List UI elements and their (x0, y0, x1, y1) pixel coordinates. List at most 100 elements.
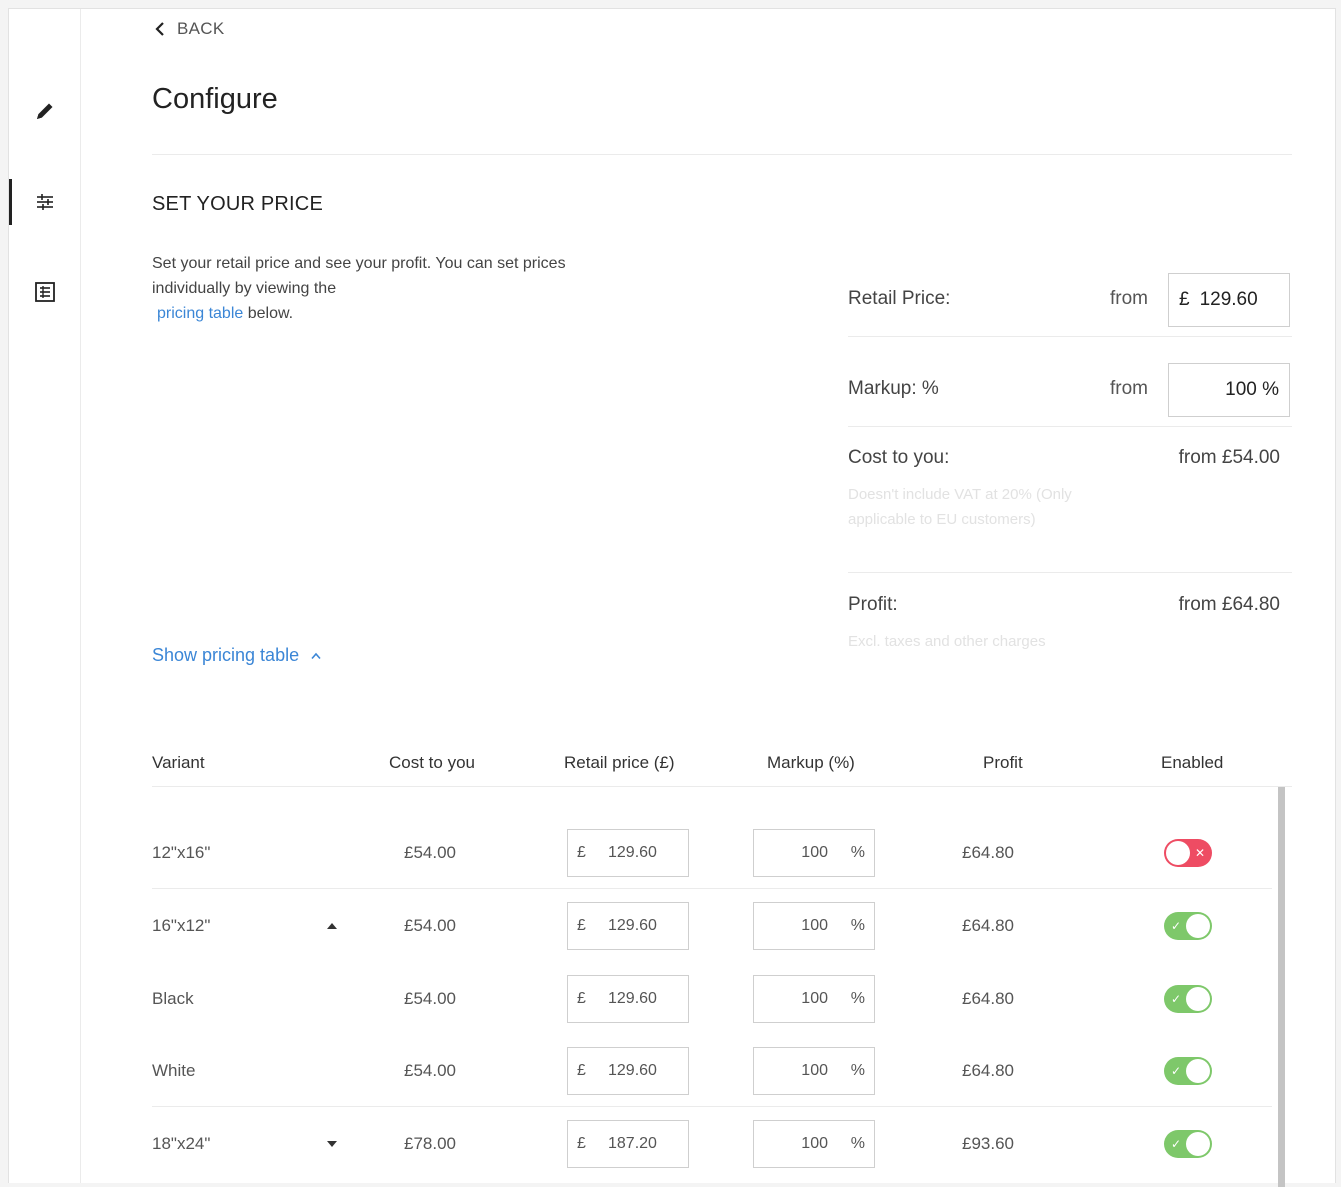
profit-label: Profit: (848, 594, 898, 615)
variant-profit: £64.80 (962, 989, 1014, 1008)
markup-value: 100 (801, 917, 828, 934)
retail-price-field[interactable]: £129.60 (567, 828, 689, 877)
enabled-toggle[interactable]: ✓ (1164, 912, 1212, 940)
retail-from-label: from (1110, 288, 1148, 309)
toggle-knob (1186, 914, 1210, 938)
retail-price-value: 187.20 (608, 1135, 657, 1152)
variant-name: White (152, 1060, 196, 1080)
retail-price-field[interactable]: £129.60 (567, 1046, 689, 1095)
currency-symbol: £ (577, 1135, 586, 1152)
page-title: Configure (152, 83, 278, 115)
retail-price-field[interactable]: £129.60 (567, 975, 689, 1023)
show-pricing-table-label: Show pricing table (152, 645, 300, 665)
markup-value: 100 (801, 843, 828, 861)
show-pricing-table-toggle[interactable]: Show pricing table (152, 645, 321, 666)
percent-symbol: % (850, 843, 865, 861)
retail-price-input[interactable]: £ 129.60 (1168, 273, 1290, 327)
markup-field[interactable]: 100% (753, 902, 875, 950)
retail-price-label: Retail Price: (848, 288, 951, 309)
markup-field[interactable]: 100% (753, 828, 875, 877)
retail-price-value: 129.60 (608, 843, 657, 861)
profit-note: Excl. taxes and other charges (848, 633, 1046, 650)
markup-from-label: from (1110, 378, 1148, 399)
variant-profit: £64.80 (962, 916, 1014, 935)
header-cost: Cost to you (389, 753, 475, 772)
cross-icon: ✕ (1194, 845, 1205, 860)
variant-cost: £78.00 (404, 1134, 456, 1153)
section-title: SET YOUR PRICE (152, 193, 323, 215)
caret-down-icon[interactable] (327, 1141, 337, 1147)
variant-cost: £54.00 (404, 1060, 456, 1080)
check-icon: ✓ (1171, 1063, 1182, 1078)
markup-value: 100 % (1225, 379, 1279, 400)
retail-price-value: 129.60 (1199, 289, 1258, 310)
markup-field[interactable]: 100% (753, 975, 875, 1023)
pricing-table-link[interactable]: pricing table (152, 305, 243, 322)
variant-profit: £64.80 (962, 842, 1014, 862)
variant-profit: £64.80 (962, 1060, 1014, 1080)
sliders-icon (37, 194, 53, 210)
header-retail: Retail price (£) (564, 753, 675, 772)
retail-price-field[interactable]: £187.20 (567, 1120, 689, 1168)
caret-up-icon[interactable] (327, 923, 337, 929)
markup-row: Markup: % from 100 % (848, 337, 1292, 427)
pencil-icon (37, 103, 53, 119)
retail-price-value: 129.60 (608, 917, 657, 934)
back-link[interactable]: BACK (155, 19, 225, 39)
check-icon: ✓ (1171, 919, 1182, 933)
table-row: Black £54.00 £129.60 100% £64.80 ✓ (152, 963, 1272, 1035)
table-row: White £54.00 £129.60 100% £64.80 ✓ (152, 1035, 1272, 1107)
description-suffix: below. (243, 305, 294, 322)
cost-label: Cost to you: (848, 447, 950, 468)
cost-value: from £54.00 (1178, 447, 1280, 468)
toggle-knob (1166, 840, 1190, 865)
pricing-table-header: Variant Cost to you Retail price (£) Mar… (152, 749, 1292, 787)
retail-price-value: 129.60 (608, 990, 657, 1007)
header-variant: Variant (152, 753, 205, 772)
retail-price-value: 129.60 (608, 1061, 657, 1079)
chevron-left-icon (155, 22, 164, 36)
variant-cost: £54.00 (404, 916, 456, 935)
markup-value: 100 (801, 1061, 828, 1079)
enabled-toggle[interactable]: ✓ (1164, 1130, 1212, 1158)
toggle-knob (1186, 1132, 1210, 1156)
section-description: Set your retail price and see your profi… (152, 251, 572, 326)
percent-symbol: % (850, 1061, 865, 1079)
enabled-toggle[interactable]: ✕ (1164, 838, 1212, 867)
table-row: 12"x16" £54.00 £129.60 100% £64.80 ✕ (152, 817, 1272, 889)
variant-name: 12"x16" (152, 842, 211, 862)
currency-symbol: £ (577, 1061, 586, 1079)
cost-note: Doesn't include VAT at 20% (Only applica… (848, 486, 1072, 528)
side-rail (9, 9, 81, 1183)
app-window: BACK Configure SET YOUR PRICE Set your r… (8, 8, 1336, 1187)
percent-symbol: % (850, 917, 865, 934)
variant-cost: £54.00 (404, 989, 456, 1008)
rail-item-configure[interactable] (9, 179, 81, 225)
toggle-knob (1186, 1058, 1210, 1083)
markup-value: 100 (801, 990, 828, 1007)
enabled-toggle[interactable]: ✓ (1164, 985, 1212, 1013)
description-text: Set your retail price and see your profi… (152, 255, 566, 297)
retail-price-field[interactable]: £129.60 (567, 902, 689, 950)
variant-name: Black (152, 989, 194, 1008)
variant-name: 16"x12" (152, 916, 211, 935)
table-row: 18"x24" £78.00 £187.20 100% £93.60 ✓ (152, 1108, 1272, 1180)
currency-symbol: £ (577, 843, 586, 861)
markup-field[interactable]: 100% (753, 1120, 875, 1168)
markup-label: Markup: % (848, 378, 939, 399)
rail-item-details[interactable] (9, 269, 81, 315)
table-scrollbar[interactable] (1278, 787, 1285, 1187)
variant-name: 18"x24" (152, 1134, 211, 1153)
currency-symbol: £ (1179, 289, 1190, 310)
rail-item-design[interactable] (9, 88, 81, 134)
table-row: 16"x12" £54.00 £129.60 100% £64.80 ✓ (152, 890, 1272, 962)
currency-symbol: £ (577, 990, 586, 1007)
variant-cost: £54.00 (404, 842, 456, 862)
variant-profit: £93.60 (962, 1134, 1014, 1153)
divider (152, 154, 1292, 155)
markup-field[interactable]: 100% (753, 1046, 875, 1095)
header-markup: Markup (%) (767, 753, 855, 772)
enabled-toggle[interactable]: ✓ (1164, 1056, 1212, 1085)
check-icon: ✓ (1171, 992, 1182, 1006)
markup-input[interactable]: 100 % (1168, 363, 1290, 417)
